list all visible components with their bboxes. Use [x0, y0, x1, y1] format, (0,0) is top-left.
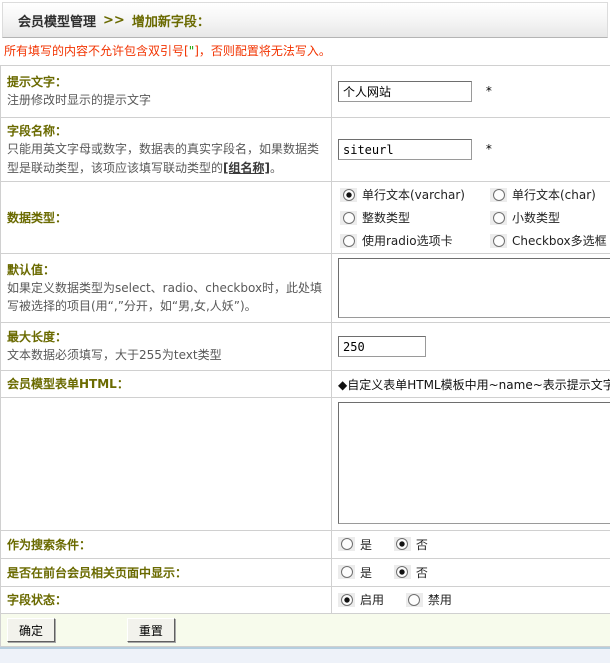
datatype-radio-checkbox[interactable]: [493, 235, 505, 247]
radio-icon: [338, 565, 355, 579]
formhtml-hint: ◆自定义表单HTML模板中用~name~表示提示文字，~form~表示表单元素: [338, 376, 610, 393]
radio-label: 小数类型: [512, 209, 560, 226]
radio-icon: [338, 593, 355, 607]
formhtml-label: 会员模型表单HTML：: [7, 375, 325, 393]
fieldstate-on-option[interactable]: 启用: [338, 591, 384, 608]
radio-icon: [338, 537, 355, 551]
maxlength-desc: 文本数据必须填写，大于255为text类型: [7, 346, 325, 365]
showfront-yes-option[interactable]: 是: [338, 564, 372, 581]
page-title: 会员模型管理: [18, 11, 96, 30]
formhtml-textarea[interactable]: [338, 402, 610, 524]
radio-label: 是: [360, 536, 372, 553]
search-no-radio[interactable]: [396, 538, 408, 550]
row-form-html-label: 会员模型表单HTML： ◆自定义表单HTML模板中用~name~表示提示文字，~…: [1, 371, 610, 398]
warning-message: 所有填写的内容不允许包含双引号["]，否则配置将无法写入。: [0, 38, 610, 65]
footer-strip: [0, 647, 610, 663]
radio-icon: [394, 565, 411, 579]
warning-suffix: ]，否则配置将无法写入。: [194, 44, 331, 58]
group-name-link[interactable]: [组名称]: [223, 161, 270, 175]
default-textarea[interactable]: [338, 258, 610, 318]
datatype-radio-char[interactable]: [493, 189, 505, 201]
datatype-radio-float[interactable]: [493, 212, 505, 224]
radio-icon: [406, 593, 423, 607]
radio-label: 单行文本(char): [512, 186, 596, 203]
radio-label: 否: [416, 564, 428, 581]
reset-button[interactable]: 重置: [127, 618, 175, 642]
showfront-label: 是否在前台会员相关页面中显示：: [7, 564, 325, 582]
fieldstate-off-radio[interactable]: [408, 594, 420, 606]
required-asterisk: *: [486, 142, 492, 156]
row-show-front: 是否在前台会员相关页面中显示： 是 否: [1, 559, 610, 587]
prompt-desc: 注册修改时显示的提示文字: [7, 91, 325, 110]
warning-prefix: 所有填写的内容不允许包含双引号[: [4, 44, 189, 58]
radio-label: Checkbox多选框: [512, 232, 607, 249]
showfront-no-option[interactable]: 否: [394, 564, 428, 581]
search-yes-radio[interactable]: [341, 538, 353, 550]
row-search-condition: 作为搜索条件： 是 否: [1, 531, 610, 559]
row-prompt: 提示文字： 注册修改时显示的提示文字 *: [1, 66, 610, 118]
row-field-name: 字段名称： 只能用英文字母或数字，数据表的真实字段名，如果数据类型是联动类型，该…: [1, 118, 610, 182]
datatype-radio-int[interactable]: [343, 212, 355, 224]
ok-button[interactable]: 确定: [7, 618, 55, 642]
search-label: 作为搜索条件：: [7, 536, 325, 554]
row-field-state: 字段状态： 启用 禁用: [1, 587, 610, 614]
datatype-radio-radio[interactable]: [343, 235, 355, 247]
row-buttons: 确定 重置: [1, 614, 610, 647]
prompt-label: 提示文字：: [7, 73, 325, 91]
radio-icon: [340, 188, 357, 202]
datatype-option-float[interactable]: 小数类型: [490, 209, 610, 226]
datatype-label: 数据类型：: [7, 209, 325, 227]
page-subtitle: 增加新字段：: [132, 11, 210, 30]
maxlength-label: 最大长度：: [7, 328, 325, 346]
datatype-option-checkbox[interactable]: Checkbox多选框: [490, 232, 610, 249]
datatype-option-int[interactable]: 整数类型: [340, 209, 490, 226]
member-model-add-field-page: 会员模型管理 >> 增加新字段： 所有填写的内容不允许包含双引号["]，否则配置…: [0, 0, 610, 663]
fieldstate-label: 字段状态：: [7, 591, 325, 609]
form-table: 提示文字： 注册修改时显示的提示文字 * 字段名称： 只能用英文字母或数字，数据…: [0, 65, 610, 647]
radio-label: 使用radio选项卡: [362, 232, 453, 249]
radio-label: 否: [416, 536, 428, 553]
fieldname-desc: 只能用英文字母或数字，数据表的真实字段名，如果数据类型是联动类型，该项应该填写联…: [7, 140, 325, 177]
radio-icon: [340, 211, 357, 225]
page-header: 会员模型管理 >> 增加新字段：: [2, 2, 608, 38]
datatype-radio-varchar[interactable]: [343, 189, 355, 201]
radio-icon: [490, 188, 507, 202]
prompt-input[interactable]: [338, 81, 472, 102]
radio-icon: [490, 234, 507, 248]
search-no-option[interactable]: 否: [394, 536, 428, 553]
radio-icon: [394, 537, 411, 551]
required-asterisk: *: [486, 84, 492, 98]
datatype-option-radio[interactable]: 使用radio选项卡: [340, 232, 490, 249]
showfront-yes-radio[interactable]: [341, 566, 353, 578]
row-default-value: 默认值： 如果定义数据类型为select、radio、checkbox时，此处填…: [1, 254, 610, 323]
radio-icon: [490, 211, 507, 225]
showfront-no-radio[interactable]: [396, 566, 408, 578]
default-label: 默认值：: [7, 261, 325, 279]
row-datatype: 数据类型： 单行文本(varchar) 单行文本(char) 整数类型: [1, 182, 610, 254]
search-yes-option[interactable]: 是: [338, 536, 372, 553]
datatype-option-varchar[interactable]: 单行文本(varchar): [340, 186, 490, 203]
datatype-options: 单行文本(varchar) 单行文本(char) 整数类型 小数类型: [338, 186, 610, 249]
default-desc: 如果定义数据类型为select、radio、checkbox时，此处填写被选择的…: [7, 279, 325, 316]
radio-label: 是: [360, 564, 372, 581]
radio-icon: [340, 234, 357, 248]
datatype-option-char[interactable]: 单行文本(char): [490, 186, 610, 203]
radio-label: 整数类型: [362, 209, 410, 226]
fieldname-input[interactable]: [338, 139, 472, 160]
radio-label: 单行文本(varchar): [362, 186, 465, 203]
breadcrumb-separator: >>: [103, 13, 125, 28]
fieldstate-off-option[interactable]: 禁用: [406, 591, 452, 608]
fieldname-label: 字段名称：: [7, 122, 325, 140]
radio-label: 启用: [360, 591, 384, 608]
row-form-html-textarea: [1, 398, 610, 531]
maxlength-input[interactable]: [338, 336, 426, 357]
row-max-length: 最大长度： 文本数据必须填写，大于255为text类型: [1, 323, 610, 371]
fieldstate-on-radio[interactable]: [341, 594, 353, 606]
radio-label: 禁用: [428, 591, 452, 608]
